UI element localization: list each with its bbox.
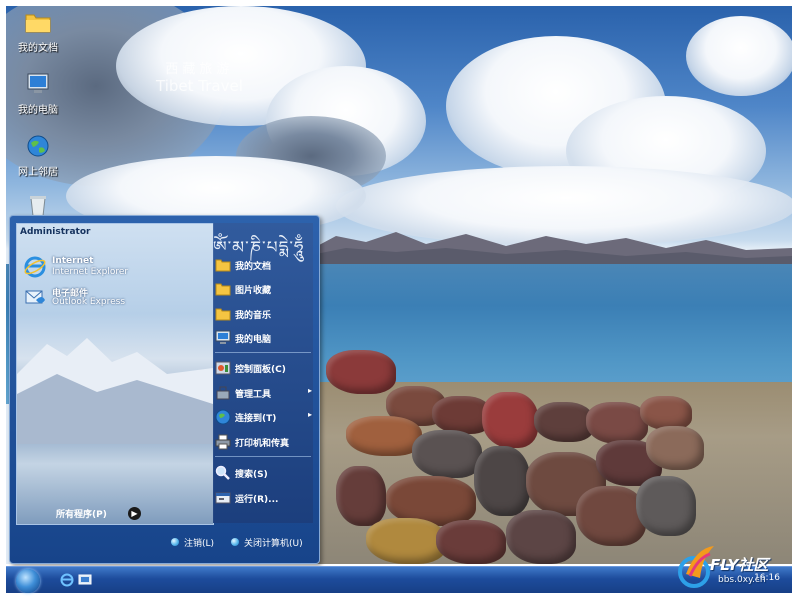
quicklaunch-ie-icon[interactable]	[60, 573, 74, 587]
mani-stone	[506, 510, 576, 564]
menu-item-my-music[interactable]: 我的音乐	[215, 306, 315, 324]
mani-stone	[326, 350, 396, 394]
submenu-arrow-icon: ▸	[308, 410, 313, 419]
admin-tools-icon	[216, 386, 230, 400]
menu-item-label: 控制面板(C)	[235, 365, 286, 375]
menu-item-label: 我的电脑	[235, 335, 272, 345]
mani-stone	[646, 426, 704, 470]
network-globe-icon	[27, 135, 49, 157]
user-name: Administrator	[20, 227, 91, 237]
network-globe-icon	[215, 409, 231, 425]
mani-stone	[534, 402, 594, 442]
search-icon	[215, 465, 230, 480]
logoff-label: 注销(L)	[184, 539, 215, 549]
mani-stone	[636, 476, 696, 536]
desktop-icon-my-documents[interactable]: 我的文档	[6, 10, 70, 54]
pinned-internet-explorer[interactable]: Internet Internet Explorer	[24, 256, 202, 282]
menu-item-admin-tools[interactable]: 管理工具 ▸	[215, 385, 315, 403]
all-programs-button[interactable]: 所有程序(P) ▶	[28, 505, 208, 523]
mani-stone	[640, 396, 692, 430]
control-panel-icon	[215, 361, 231, 375]
computer-icon	[27, 73, 49, 93]
mani-stone	[412, 430, 482, 478]
outlook-express-icon	[25, 290, 45, 304]
menu-item-my-computer[interactable]: 我的电脑	[215, 330, 315, 348]
start-button[interactable]	[16, 569, 40, 593]
mountain-range	[306, 232, 792, 270]
run-icon	[215, 492, 231, 504]
snow-mountain-art	[17, 338, 213, 444]
menu-item-label: 管理工具	[235, 390, 272, 400]
menu-separator	[215, 352, 311, 353]
printer-icon	[215, 434, 231, 450]
mani-stone	[346, 416, 422, 456]
menu-item-label: 打印机和传真	[235, 439, 290, 449]
menu-item-label: 我的文档	[235, 262, 272, 272]
start-menu-footer: 注销(L) 关闭计算机(U)	[16, 528, 314, 558]
menu-item-my-pictures[interactable]: 图片收藏	[215, 281, 315, 299]
internet-explorer-icon	[24, 256, 46, 278]
menu-item-my-documents[interactable]: 我的文档	[215, 257, 315, 275]
logo-brand-text: FLY社区	[710, 556, 769, 574]
mani-stone	[366, 518, 446, 564]
fly-community-logo: FLY社区 bbs.0xy.cn	[676, 540, 794, 596]
logoff-icon	[171, 538, 179, 546]
quicklaunch-desktop-icon[interactable]	[78, 573, 92, 587]
folder-icon	[25, 14, 51, 33]
menu-item-label: 连接到(T)	[235, 414, 277, 424]
watermark-chinese: 西藏旅游	[165, 62, 234, 77]
menu-item-printers[interactable]: 打印机和传真	[215, 434, 315, 452]
shutdown-label: 关闭计算机(U)	[244, 539, 303, 549]
mani-stone	[336, 466, 386, 526]
mani-stone	[474, 446, 530, 516]
pinned-title: Internet	[52, 256, 94, 266]
arrow-right-icon: ▶	[128, 507, 141, 520]
menu-item-label: 搜索(S)	[235, 470, 268, 480]
logo-url-text: bbs.0xy.cn	[718, 575, 766, 585]
pinned-subtitle: Outlook Express	[52, 297, 126, 307]
menu-separator	[215, 456, 311, 457]
mani-stone	[586, 402, 648, 444]
desktop-icon-label: 网上邻居	[18, 167, 58, 178]
power-icon	[231, 538, 239, 546]
mani-stone	[482, 392, 538, 448]
menu-item-label: 图片收藏	[235, 286, 272, 296]
cloud	[686, 16, 792, 96]
menu-item-label: 我的音乐	[235, 311, 272, 321]
menu-item-control-panel[interactable]: 控制面板(C)	[215, 360, 315, 378]
menu-item-search[interactable]: 搜索(S)	[215, 465, 315, 483]
start-menu: Administrator Internet Internet Explorer…	[9, 215, 320, 564]
folder-icon	[215, 308, 231, 321]
desktop-icon-label: 我的文档	[18, 43, 58, 54]
folder-icon	[215, 259, 231, 272]
submenu-arrow-icon: ▸	[308, 386, 313, 395]
pinned-outlook-express[interactable]: 电子邮件 Outlook Express	[24, 286, 202, 312]
menu-item-label: 运行(R)...	[235, 495, 279, 505]
folder-icon	[215, 283, 231, 296]
all-programs-label: 所有程序(P)	[56, 510, 107, 520]
desktop-icon-network[interactable]: 网上邻居	[6, 134, 70, 178]
watermark-english: Tibet Travel	[156, 77, 243, 95]
desktop-icon-label: 我的电脑	[18, 105, 58, 116]
taskbar: 16:16	[6, 566, 792, 593]
tibet-travel-watermark: 西藏旅游 Tibet Travel	[156, 58, 243, 95]
desktop-icon-my-computer[interactable]: 我的电脑	[6, 72, 70, 116]
menu-item-run[interactable]: 运行(R)...	[215, 490, 315, 508]
pinned-subtitle: Internet Explorer	[52, 267, 129, 277]
mani-stone	[436, 520, 506, 564]
computer-icon	[215, 330, 231, 344]
menu-item-connect-to[interactable]: 连接到(T) ▸	[215, 409, 315, 427]
